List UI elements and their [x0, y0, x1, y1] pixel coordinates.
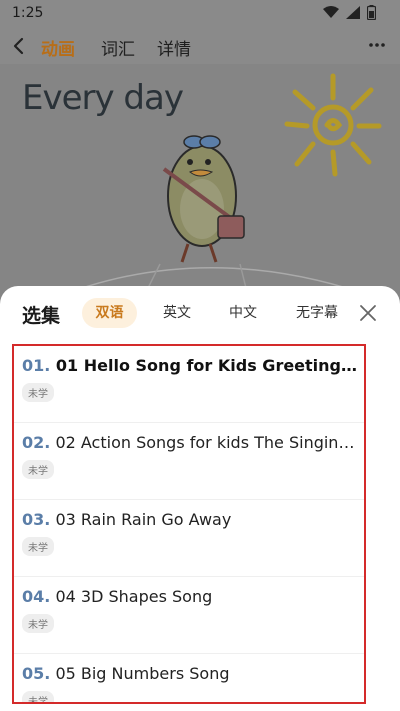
video-title-text: Every day	[22, 78, 184, 118]
episode-name: 03 Rain Rain Go Away	[55, 510, 232, 529]
status-bar: 1:25	[0, 0, 400, 28]
episode-title: 03. 03 Rain Rain Go Away	[22, 510, 362, 529]
episode-item[interactable]: 04. 04 3D Shapes Song 未学	[14, 577, 364, 654]
top-nav: 动画 词汇 详情	[0, 28, 400, 64]
tab-vocabulary[interactable]: 词汇	[101, 35, 135, 60]
lang-tab-english[interactable]: 英文	[150, 298, 204, 328]
episode-name: 05 Big Numbers Song	[55, 664, 230, 683]
sheet-title: 选集	[22, 305, 61, 327]
episode-item[interactable]: 05. 05 Big Numbers Song 未学	[14, 654, 364, 702]
episode-status-badge: 未学	[22, 537, 54, 556]
episode-index: 05.	[22, 664, 51, 683]
episode-index: 01.	[22, 356, 51, 375]
status-icons	[323, 5, 376, 20]
episode-item[interactable]: 01. 01 Hello Song for Kids Greeting Song…	[14, 346, 364, 423]
episode-item[interactable]: 03. 03 Rain Rain Go Away 未学	[14, 500, 364, 577]
episode-name: 01 Hello Song for Kids Greeting Song for…	[55, 356, 362, 375]
episode-status-badge: 未学	[22, 460, 54, 479]
lang-tab-bilingual[interactable]: 双语	[82, 298, 137, 328]
lang-tab-no-subtitles[interactable]: 无字幕	[284, 298, 350, 328]
episode-status-badge: 未学	[22, 614, 54, 633]
episode-index: 03.	[22, 510, 51, 529]
more-dots-icon[interactable]	[368, 36, 386, 54]
close-icon[interactable]	[358, 303, 378, 323]
battery-icon	[367, 5, 376, 20]
episode-title: 01. 01 Hello Song for Kids Greeting Song…	[22, 356, 362, 375]
episode-status-badge: 未学	[22, 383, 54, 402]
episode-index: 04.	[22, 587, 51, 606]
episode-index: 02.	[22, 433, 51, 452]
episode-name: 04 3D Shapes Song	[55, 587, 213, 606]
video-player[interactable]: Every day	[0, 64, 400, 300]
tab-animation[interactable]: 动画	[41, 35, 75, 60]
wifi-icon	[323, 6, 339, 18]
episode-sheet: 选集 双语 英文 中文 无字幕 01. 01 Hello Song for Ki…	[0, 286, 400, 711]
duck-character-illustration	[162, 135, 245, 263]
lang-tab-chinese[interactable]: 中文	[216, 298, 270, 328]
tab-details[interactable]: 详情	[157, 35, 191, 60]
episode-title: 04. 04 3D Shapes Song	[22, 587, 362, 606]
episode-item[interactable]: 02. 02 Action Songs for kids The Singing…	[14, 423, 364, 500]
episode-title: 05. 05 Big Numbers Song	[22, 664, 362, 683]
status-time: 1:25	[12, 5, 44, 21]
sheet-header: 选集 双语 英文 中文 无字幕	[0, 286, 400, 338]
episode-title: 02. 02 Action Songs for kids The Singing…	[22, 433, 362, 452]
back-arrow-icon[interactable]	[8, 34, 30, 58]
sun-illustration	[284, 73, 382, 177]
signal-icon	[346, 6, 360, 19]
episode-name: 02 Action Songs for kids The Singing Wal…	[55, 433, 362, 452]
episode-list[interactable]: 01. 01 Hello Song for Kids Greeting Song…	[12, 344, 366, 704]
episode-status-badge: 未学	[22, 691, 54, 702]
